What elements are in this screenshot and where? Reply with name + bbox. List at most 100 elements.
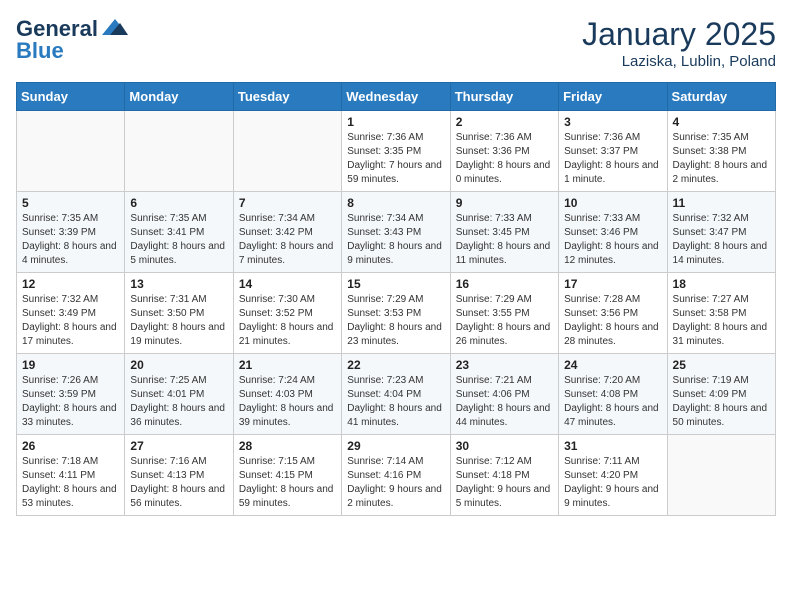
- calendar-cell: 14 Sunrise: 7:30 AMSunset: 3:52 PMDayligh…: [233, 273, 341, 354]
- calendar-cell: 11 Sunrise: 7:32 AMSunset: 3:47 PMDayligh…: [667, 192, 775, 273]
- day-info: Sunrise: 7:16 AMSunset: 4:13 PMDaylight:…: [130, 455, 227, 511]
- header-tuesday: Tuesday: [233, 83, 341, 111]
- calendar-cell: 8 Sunrise: 7:34 AMSunset: 3:43 PMDaylight…: [342, 192, 450, 273]
- calendar-cell: 18 Sunrise: 7:27 AMSunset: 3:58 PMDayligh…: [667, 273, 775, 354]
- day-number: 5: [22, 196, 119, 210]
- day-number: 28: [239, 439, 336, 453]
- calendar-cell: 12Sunrise: 7:32 AMSunset: 3:49 PMDayligh…: [17, 273, 125, 354]
- day-number: 29: [347, 439, 444, 453]
- day-info: Sunrise: 7:36 AMSunset: 3:37 PMDaylight:…: [564, 131, 661, 187]
- calendar-cell: 17Sunrise: 7:28 AMSunset: 3:56 PMDayligh…: [559, 273, 667, 354]
- calendar-cell: 21Sunrise: 7:24 AMSunset: 4:03 PMDayligh…: [233, 354, 341, 435]
- calendar-cell: 24 Sunrise: 7:20 AMSunset: 4:08 PMDayligh…: [559, 354, 667, 435]
- day-info: Sunrise: 7:19 AMSunset: 4:09 PMDaylight:…: [673, 374, 770, 430]
- calendar-cell: 22Sunrise: 7:23 AMSunset: 4:04 PMDayligh…: [342, 354, 450, 435]
- day-number: 20: [130, 358, 227, 372]
- day-info: Sunrise: 7:27 AMSunset: 3:58 PMDaylight:…: [673, 293, 770, 349]
- day-info: Sunrise: 7:33 AMSunset: 3:46 PMDaylight:…: [564, 212, 661, 268]
- calendar-cell: 4 Sunrise: 7:35 AMSunset: 3:38 PMDaylight…: [667, 111, 775, 192]
- day-info: Sunrise: 7:25 AMSunset: 4:01 PMDaylight:…: [130, 374, 227, 430]
- title-block: January 2025 Laziska, Lublin, Poland: [582, 16, 776, 70]
- header-friday: Friday: [559, 83, 667, 111]
- calendar-week-2: 5 Sunrise: 7:35 AMSunset: 3:39 PMDaylight…: [17, 192, 776, 273]
- location-subtitle: Laziska, Lublin, Poland: [582, 53, 776, 70]
- calendar-cell: 20 Sunrise: 7:25 AMSunset: 4:01 PMDayligh…: [125, 354, 233, 435]
- calendar-cell: [17, 111, 125, 192]
- logo-icon: [102, 17, 128, 37]
- day-number: 9: [456, 196, 553, 210]
- day-number: 7: [239, 196, 336, 210]
- day-number: 8: [347, 196, 444, 210]
- day-number: 25: [673, 358, 770, 372]
- day-number: 12: [22, 277, 119, 291]
- day-number: 30: [456, 439, 553, 453]
- day-number: 17: [564, 277, 661, 291]
- page-header: General Blue January 2025 Laziska, Lubli…: [16, 16, 776, 70]
- day-number: 22: [347, 358, 444, 372]
- day-info: Sunrise: 7:20 AMSunset: 4:08 PMDaylight:…: [564, 374, 661, 430]
- calendar-cell: 16Sunrise: 7:29 AMSunset: 3:55 PMDayligh…: [450, 273, 558, 354]
- calendar-cell: [667, 435, 775, 516]
- day-info: Sunrise: 7:30 AMSunset: 3:52 PMDaylight:…: [239, 293, 336, 349]
- month-title: January 2025: [582, 16, 776, 53]
- day-number: 24: [564, 358, 661, 372]
- header-saturday: Saturday: [667, 83, 775, 111]
- day-info: Sunrise: 7:21 AMSunset: 4:06 PMDaylight:…: [456, 374, 553, 430]
- calendar-cell: 15 Sunrise: 7:29 AMSunset: 3:53 PMDayligh…: [342, 273, 450, 354]
- day-info: Sunrise: 7:32 AMSunset: 3:47 PMDaylight:…: [673, 212, 770, 268]
- header-wednesday: Wednesday: [342, 83, 450, 111]
- day-info: Sunrise: 7:33 AMSunset: 3:45 PMDaylight:…: [456, 212, 553, 268]
- day-info: Sunrise: 7:12 AMSunset: 4:18 PMDaylight:…: [456, 455, 553, 511]
- day-info: Sunrise: 7:35 AMSunset: 3:41 PMDaylight:…: [130, 212, 227, 268]
- calendar-cell: 27 Sunrise: 7:16 AMSunset: 4:13 PMDayligh…: [125, 435, 233, 516]
- calendar-cell: 19Sunrise: 7:26 AMSunset: 3:59 PMDayligh…: [17, 354, 125, 435]
- calendar-week-3: 12Sunrise: 7:32 AMSunset: 3:49 PMDayligh…: [17, 273, 776, 354]
- day-number: 13: [130, 277, 227, 291]
- day-number: 27: [130, 439, 227, 453]
- day-number: 4: [673, 115, 770, 129]
- calendar-cell: 6 Sunrise: 7:35 AMSunset: 3:41 PMDaylight…: [125, 192, 233, 273]
- calendar-week-5: 26 Sunrise: 7:18 AMSunset: 4:11 PMDayligh…: [17, 435, 776, 516]
- day-number: 6: [130, 196, 227, 210]
- calendar-cell: 5 Sunrise: 7:35 AMSunset: 3:39 PMDaylight…: [17, 192, 125, 273]
- day-info: Sunrise: 7:35 AMSunset: 3:38 PMDaylight:…: [673, 131, 770, 187]
- day-number: 11: [673, 196, 770, 210]
- day-number: 23: [456, 358, 553, 372]
- day-info: Sunrise: 7:34 AMSunset: 3:43 PMDaylight:…: [347, 212, 444, 268]
- calendar-week-1: 1 Sunrise: 7:36 AMSunset: 3:35 PMDaylight…: [17, 111, 776, 192]
- day-number: 18: [673, 277, 770, 291]
- logo-blue: Blue: [16, 38, 64, 64]
- logo: General Blue: [16, 16, 128, 64]
- day-info: Sunrise: 7:36 AMSunset: 3:35 PMDaylight:…: [347, 131, 444, 187]
- day-info: Sunrise: 7:18 AMSunset: 4:11 PMDaylight:…: [22, 455, 119, 511]
- calendar-header-row: Sunday Monday Tuesday Wednesday Thursday…: [17, 83, 776, 111]
- calendar-cell: [233, 111, 341, 192]
- calendar-cell: 13 Sunrise: 7:31 AMSunset: 3:50 PMDayligh…: [125, 273, 233, 354]
- day-number: 31: [564, 439, 661, 453]
- day-info: Sunrise: 7:36 AMSunset: 3:36 PMDaylight:…: [456, 131, 553, 187]
- header-thursday: Thursday: [450, 83, 558, 111]
- day-number: 1: [347, 115, 444, 129]
- calendar-cell: 9 Sunrise: 7:33 AMSunset: 3:45 PMDaylight…: [450, 192, 558, 273]
- calendar-cell: 28 Sunrise: 7:15 AMSunset: 4:15 PMDayligh…: [233, 435, 341, 516]
- calendar-week-4: 19Sunrise: 7:26 AMSunset: 3:59 PMDayligh…: [17, 354, 776, 435]
- day-number: 16: [456, 277, 553, 291]
- day-info: Sunrise: 7:31 AMSunset: 3:50 PMDaylight:…: [130, 293, 227, 349]
- day-number: 26: [22, 439, 119, 453]
- day-info: Sunrise: 7:29 AMSunset: 3:53 PMDaylight:…: [347, 293, 444, 349]
- header-monday: Monday: [125, 83, 233, 111]
- calendar-cell: 1 Sunrise: 7:36 AMSunset: 3:35 PMDaylight…: [342, 111, 450, 192]
- day-number: 3: [564, 115, 661, 129]
- day-number: 15: [347, 277, 444, 291]
- day-number: 14: [239, 277, 336, 291]
- day-info: Sunrise: 7:15 AMSunset: 4:15 PMDaylight:…: [239, 455, 336, 511]
- calendar-cell: 29Sunrise: 7:14 AMSunset: 4:16 PMDayligh…: [342, 435, 450, 516]
- calendar-table: Sunday Monday Tuesday Wednesday Thursday…: [16, 82, 776, 516]
- day-info: Sunrise: 7:35 AMSunset: 3:39 PMDaylight:…: [22, 212, 119, 268]
- day-number: 10: [564, 196, 661, 210]
- calendar-cell: 23 Sunrise: 7:21 AMSunset: 4:06 PMDayligh…: [450, 354, 558, 435]
- calendar-cell: 3 Sunrise: 7:36 AMSunset: 3:37 PMDaylight…: [559, 111, 667, 192]
- calendar-cell: 2Sunrise: 7:36 AMSunset: 3:36 PMDaylight…: [450, 111, 558, 192]
- calendar-cell: 10 Sunrise: 7:33 AMSunset: 3:46 PMDayligh…: [559, 192, 667, 273]
- calendar-cell: 7Sunrise: 7:34 AMSunset: 3:42 PMDaylight…: [233, 192, 341, 273]
